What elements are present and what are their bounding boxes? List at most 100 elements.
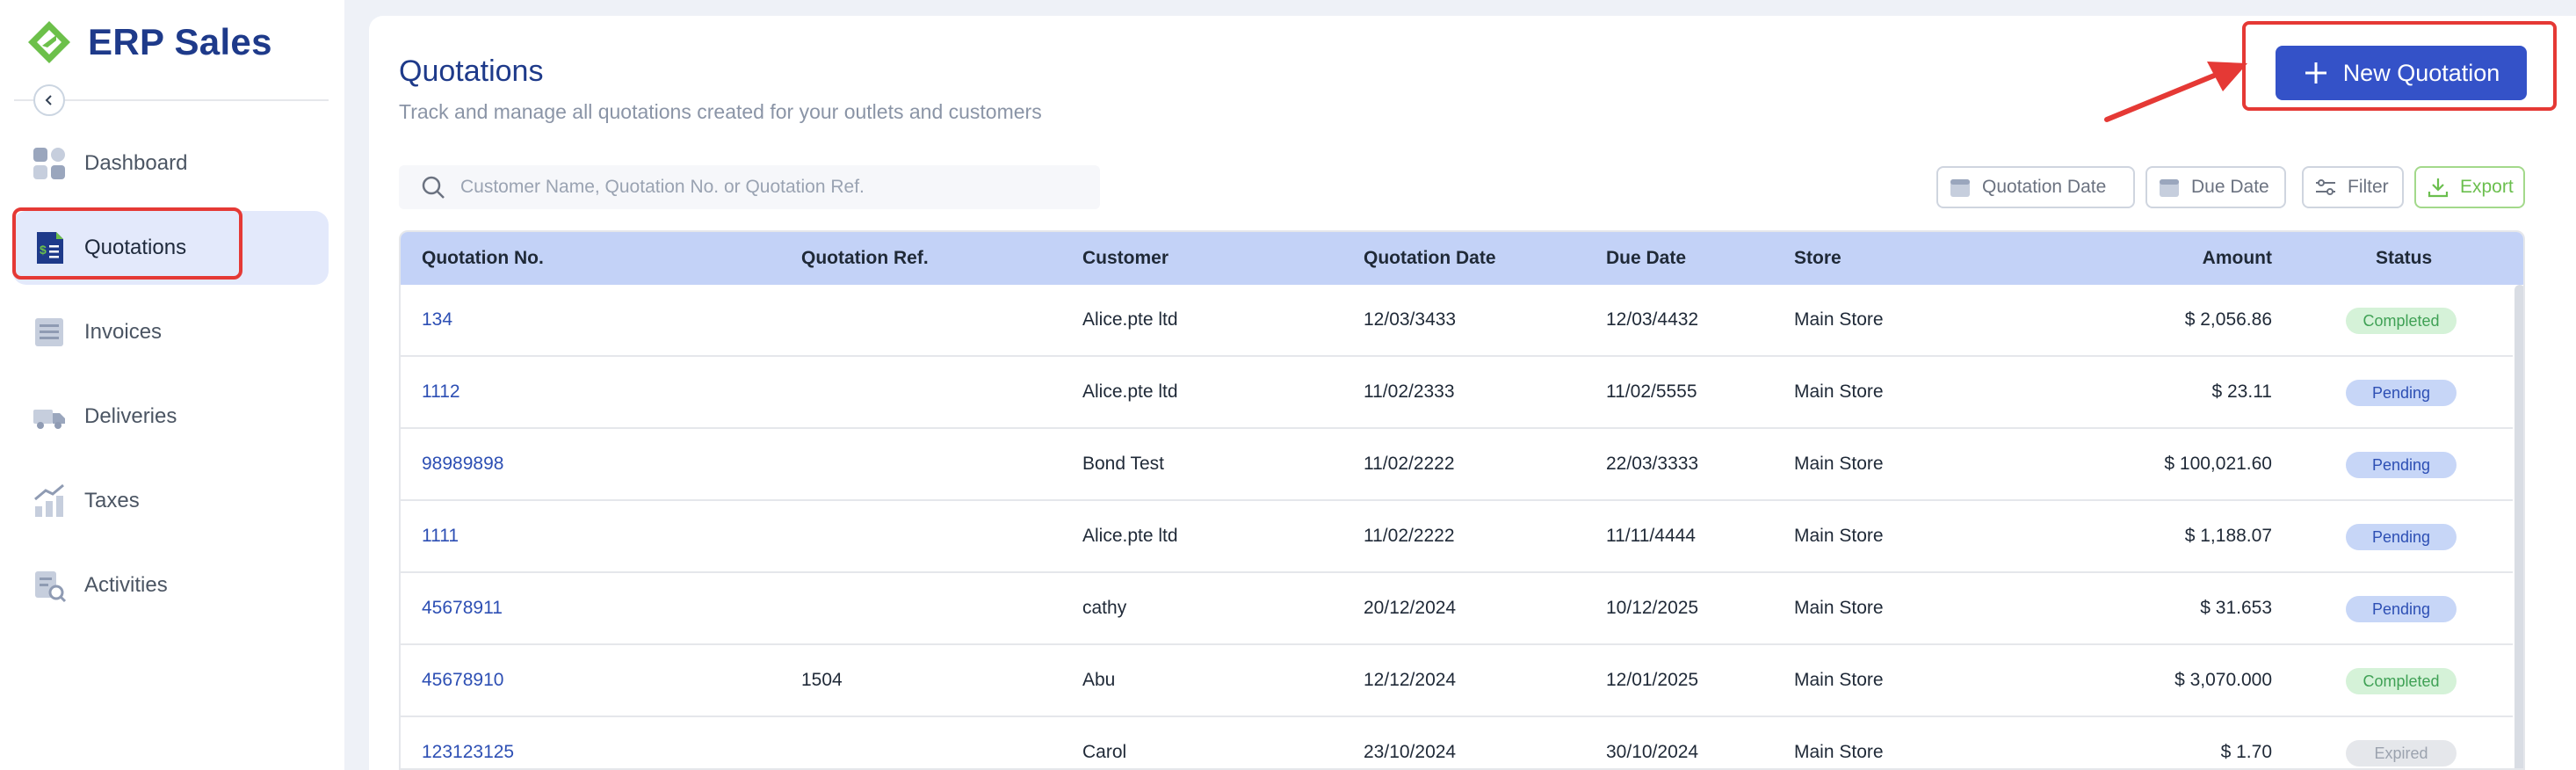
quotation-date: 11/02/2222	[1364, 454, 1455, 474]
column-header[interactable]: Store	[1794, 248, 1842, 269]
sidebar-item-label: Deliveries	[84, 404, 177, 428]
amount: $ 1.70	[2220, 742, 2272, 762]
truck-icon	[33, 410, 65, 429]
search-icon	[422, 176, 445, 199]
store: Main Store	[1794, 742, 1884, 762]
collapse-sidebar-button[interactable]	[33, 84, 65, 116]
store: Main Store	[1794, 670, 1884, 690]
store: Main Store	[1794, 598, 1884, 618]
column-header[interactable]: Status	[2376, 248, 2432, 269]
customer: cathy	[1082, 598, 1127, 618]
sidebar-item-label: Quotations	[84, 236, 187, 259]
due-date: 12/03/4432	[1606, 309, 1699, 330]
quotation-date-filter-button[interactable]: Quotation Date	[1936, 166, 2135, 208]
amount: $ 3,070.000	[2174, 670, 2272, 690]
amount: $ 100,021.60	[2164, 454, 2272, 474]
search-bar[interactable]	[399, 165, 1100, 209]
due-date: 12/01/2025	[1606, 670, 1699, 690]
calendar-icon	[1950, 179, 1970, 197]
quotation-no-link[interactable]: 45678911	[422, 598, 503, 619]
status-badge: Pending	[2346, 596, 2457, 622]
quotation-no-link[interactable]: 1111	[422, 526, 459, 547]
brand[interactable]: ERP Sales	[26, 19, 272, 65]
sidebar-item-invoices[interactable]: Invoices	[12, 295, 329, 369]
sidebar-item-dashboard[interactable]: Dashboard	[12, 127, 329, 200]
quotation-date: 20/12/2024	[1364, 598, 1457, 618]
column-header[interactable]: Quotation No.	[422, 248, 544, 269]
status-badge: Pending	[2346, 380, 2457, 406]
table-row[interactable]: 45678911 cathy 20/12/2024 10/12/2025 Mai…	[401, 573, 2513, 645]
amount: $ 2,056.86	[2184, 309, 2272, 330]
status-badge: Completed	[2346, 668, 2457, 694]
table-row[interactable]: 1111 Alice.pte ltd 11/02/2222 11/11/4444…	[401, 501, 2513, 573]
quotation-no-link[interactable]: 1112	[422, 381, 460, 403]
column-header[interactable]: Customer	[1082, 248, 1169, 269]
quotation-doc-icon: $	[37, 232, 63, 264]
due-date: 11/11/4444	[1606, 526, 1696, 546]
quotation-ref: 1504	[801, 670, 843, 690]
column-header[interactable]: Due Date	[1606, 248, 1686, 269]
customer: Alice.pte ltd	[1082, 381, 1178, 402]
tax-icon	[34, 483, 64, 517]
quotation-no-link[interactable]: 98989898	[422, 454, 503, 475]
customer: Carol	[1082, 742, 1127, 762]
dashboard-icon	[33, 148, 65, 179]
quotation-no-link[interactable]: 123123125	[422, 742, 514, 763]
sidebar-item-taxes[interactable]: Taxes	[12, 464, 329, 538]
chevron-left-icon	[45, 95, 52, 105]
filter-label: Filter	[2348, 177, 2389, 197]
due-date: 10/12/2025	[1606, 598, 1699, 618]
sidebar: ERP Sales Dashboard $ Quotations Invoice…	[0, 0, 344, 770]
table-row[interactable]: 1112 Alice.pte ltd 11/02/2333 11/02/5555…	[401, 357, 2513, 429]
search-input[interactable]	[460, 177, 1058, 198]
calendar-icon	[2160, 179, 2179, 197]
quotation-date: 23/10/2024	[1364, 742, 1457, 762]
table-row[interactable]: 134 Alice.pte ltd 12/03/3433 12/03/4432 …	[401, 285, 2513, 357]
quotations-table: Quotation No. Quotation Ref. Customer Qu…	[399, 230, 2525, 770]
sidebar-item-label: Taxes	[84, 489, 140, 512]
amount: $ 1,188.07	[2184, 526, 2272, 546]
store: Main Store	[1794, 381, 1884, 402]
sidebar-item-label: Dashboard	[84, 151, 188, 175]
customer: Alice.pte ltd	[1082, 309, 1178, 330]
sidebar-item-label: Activities	[84, 573, 168, 597]
table-row[interactable]: 45678910 1504 Abu 12/12/2024 12/01/2025 …	[401, 645, 2513, 717]
store: Main Store	[1794, 526, 1884, 546]
quotation-date: 12/03/3433	[1364, 309, 1457, 330]
quotation-date: 11/02/2222	[1364, 526, 1455, 546]
sidebar-item-quotations[interactable]: $ Quotations	[12, 211, 329, 285]
table-row[interactable]: 98989898 Bond Test 11/02/2222 22/03/3333…	[401, 429, 2513, 501]
activity-search-icon	[35, 571, 67, 603]
column-header[interactable]: Amount	[2203, 248, 2272, 269]
status-badge: Completed	[2346, 308, 2457, 334]
store: Main Store	[1794, 309, 1884, 330]
customer: Alice.pte ltd	[1082, 526, 1178, 546]
amount: $ 31.653	[2200, 598, 2272, 618]
export-label: Export	[2460, 177, 2514, 197]
quotation-date: 12/12/2024	[1364, 670, 1457, 690]
download-icon	[2428, 178, 2449, 198]
due-date-filter-label: Due Date	[2191, 177, 2269, 197]
table-scrollbar[interactable]	[2514, 285, 2523, 768]
due-date-filter-button[interactable]: Due Date	[2145, 166, 2286, 208]
sidebar-item-activities[interactable]: Activities	[12, 548, 329, 622]
quotation-no-link[interactable]: 45678910	[422, 670, 503, 691]
due-date: 30/10/2024	[1606, 742, 1699, 762]
new-quotation-button[interactable]: New Quotation	[2276, 46, 2527, 100]
invoice-icon	[35, 318, 63, 346]
column-header[interactable]: Quotation Date	[1364, 248, 1496, 269]
sliders-icon	[2316, 179, 2335, 195]
column-header[interactable]: Quotation Ref.	[801, 248, 929, 269]
quotation-no-link[interactable]: 134	[422, 309, 452, 331]
status-badge: Expired	[2346, 740, 2457, 766]
customer: Bond Test	[1082, 454, 1165, 474]
sidebar-item-deliveries[interactable]: Deliveries	[12, 380, 329, 454]
filter-button[interactable]: Filter	[2302, 166, 2404, 208]
svg-text:$: $	[40, 243, 47, 257]
table-row[interactable]: 123123125 Carol 23/10/2024 30/10/2024 Ma…	[401, 717, 2513, 768]
status-badge: Pending	[2346, 524, 2457, 550]
page-title: Quotations	[399, 54, 544, 88]
due-date: 22/03/3333	[1606, 454, 1699, 474]
page-subtitle: Track and manage all quotations created …	[399, 100, 1042, 123]
export-button[interactable]: Export	[2414, 166, 2525, 208]
